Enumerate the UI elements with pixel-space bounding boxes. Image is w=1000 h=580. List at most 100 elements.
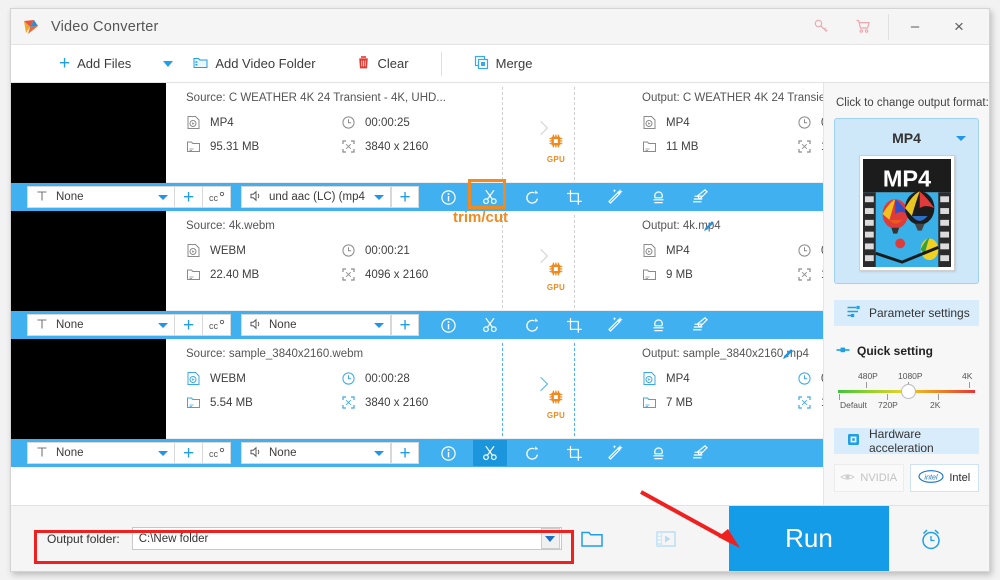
nvidia-label: NVIDIA [860,472,898,484]
folder-icon[interactable] [580,527,604,551]
clock-icon [341,115,356,130]
clear-button[interactable]: Clear [350,45,415,82]
clock-icon [341,243,356,258]
audio-track-value: None [269,319,297,331]
file-size-icon [642,395,657,410]
add-subtitle-button[interactable]: + [175,186,203,208]
rotate-icon[interactable] [515,184,549,210]
intel-toggle[interactable]: intel Intel [909,464,979,492]
output-format-hint: Click to change output format: [836,97,989,109]
chevron-down-icon[interactable] [158,450,168,456]
key-icon[interactable] [800,9,842,45]
output-resolution: 1920 x 1080 [797,395,823,410]
video-thumbnail[interactable] [11,211,166,311]
chevron-down-icon[interactable] [374,322,384,328]
run-button[interactable]: Run [729,506,889,571]
close-button[interactable]: × [937,9,981,45]
edit-output-name-icon[interactable] [702,219,716,233]
parameter-settings-button[interactable]: Parameter settings [834,300,979,326]
output-format-text: MP4 [666,116,690,129]
output-format-panel[interactable]: MP4 MP4 [834,118,979,284]
edit-output-name-icon[interactable] [781,347,795,361]
output-folder-dropdown-icon[interactable] [540,528,560,549]
alarm-clock-icon[interactable] [901,506,961,571]
output-format-text: MP4 [666,372,690,385]
info-icon[interactable] [431,440,465,466]
trash-icon [356,55,371,73]
effects-icon[interactable] [599,312,633,338]
info-icon[interactable] [431,184,465,210]
closed-caption-button[interactable]: cc [203,314,231,336]
hardware-acceleration-button[interactable]: Hardware acceleration [834,427,979,455]
chevron-down-icon[interactable] [374,194,384,200]
source-filename: Source: C WEATHER 4K 24 Transient - 4K, … [186,92,446,104]
add-audio-button[interactable]: + [391,314,419,336]
source-duration-text: 00:00:28 [365,372,410,385]
svg-text:cc: cc [209,449,219,459]
source-filename: Source: sample_3840x2160.webm [186,348,364,360]
subtitle-edit-icon[interactable] [683,312,717,338]
watermark-icon[interactable] [641,440,675,466]
output-format-name: MP4 [892,130,921,146]
window-controls: – × [800,9,989,44]
source-size-text: 95.31 MB [210,140,260,153]
subtitle-select[interactable]: None [27,186,175,208]
parameter-settings-label: Parameter settings [869,306,970,320]
subtitle-edit-icon[interactable] [683,440,717,466]
output-format-header[interactable]: MP4 [835,127,978,149]
info-icon[interactable] [431,312,465,338]
cart-icon[interactable] [842,9,884,45]
crop-icon[interactable] [557,440,591,466]
add-video-folder-button[interactable]: Add Video Folder [187,45,321,82]
slider-tick [866,382,867,388]
subtitle-select[interactable]: None [27,314,175,336]
merge-button[interactable]: Merge [468,45,539,82]
scissors-icon[interactable] [473,440,507,466]
output-duration: 00:00:17 [797,371,823,386]
video-thumbnail[interactable] [11,339,166,439]
gpu-badge: GPU [547,389,565,420]
add-files-button[interactable]: + Add Files [53,45,137,82]
subtitle-edit-icon[interactable] [683,184,717,210]
output-duration: 00:00:21 [797,243,823,258]
add-files-dropdown-caret-icon[interactable] [163,60,174,67]
output-format: MP4 [642,243,797,258]
add-audio-button[interactable]: + [391,186,419,208]
audio-track-select[interactable]: und aac (LC) (mp4a [241,186,391,208]
chevron-down-icon[interactable] [158,194,168,200]
audio-track-select[interactable]: None [241,442,391,464]
run-label: Run [785,523,833,553]
quality-slider[interactable]: Default 480P 720P 1080P 2K 4K [838,370,975,416]
audio-track-select[interactable]: None [241,314,391,336]
file-list[interactable]: Source: C WEATHER 4K 24 Transient - 4K, … [11,83,823,505]
closed-caption-button[interactable]: cc [203,442,231,464]
slider-knob[interactable] [901,384,916,399]
add-subtitle-button[interactable]: + [175,442,203,464]
rotate-icon[interactable] [515,312,549,338]
closed-caption-button[interactable]: cc [203,186,231,208]
effects-icon[interactable] [599,440,633,466]
minimize-button[interactable]: – [893,9,937,45]
output-folder-input[interactable]: C:\New folder [131,527,562,550]
add-subtitle-button[interactable]: + [175,314,203,336]
crop-icon[interactable] [557,312,591,338]
film-preview-icon[interactable] [654,527,678,551]
source-duration-text: 00:00:21 [365,244,410,257]
subtitle-value: None [56,191,84,203]
gpu-badge: GPU [547,261,565,292]
crop-icon[interactable] [557,184,591,210]
chevron-down-icon[interactable] [374,450,384,456]
file-action-bar: None + cc und aac (LC) (mp4a + [11,183,823,211]
video-thumbnail[interactable] [11,83,166,183]
nvidia-toggle[interactable]: NVIDIA [834,464,904,492]
effects-icon[interactable] [599,184,633,210]
scissors-icon[interactable] [473,184,507,210]
add-audio-button[interactable]: + [391,442,419,464]
subtitle-select[interactable]: None [27,442,175,464]
watermark-icon[interactable] [641,184,675,210]
chevron-down-icon[interactable] [956,135,966,141]
scissors-icon[interactable] [473,312,507,338]
watermark-icon[interactable] [641,312,675,338]
rotate-icon[interactable] [515,440,549,466]
chevron-down-icon[interactable] [158,322,168,328]
